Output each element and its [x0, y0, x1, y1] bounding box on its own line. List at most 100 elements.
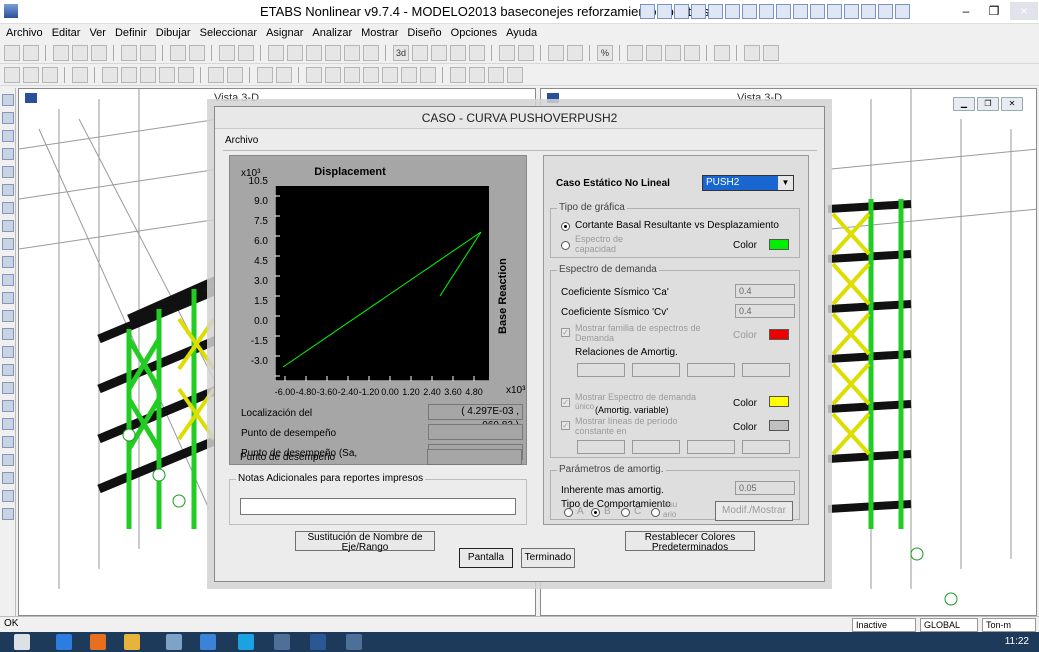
color-swatch-red[interactable]	[769, 329, 789, 340]
lightning-icon[interactable]	[714, 44, 730, 61]
undo-icon[interactable]	[121, 44, 137, 61]
case-select[interactable]: PUSH2 ▼	[702, 175, 794, 191]
snap-perp-icon[interactable]	[2, 472, 14, 484]
close-button[interactable]: ×	[1010, 2, 1038, 20]
file-explorer-icon[interactable]	[200, 634, 216, 650]
pier-icon[interactable]	[257, 66, 273, 83]
refresh-icon[interactable]	[363, 44, 379, 61]
plan-view-icon[interactable]	[412, 44, 428, 61]
radio-cortante-basal[interactable]	[561, 222, 570, 231]
zoom-restore-icon[interactable]	[306, 44, 322, 61]
load-icon[interactable]	[208, 66, 224, 83]
color-swatch-green[interactable]	[769, 239, 789, 250]
relacion-input-1[interactable]	[577, 363, 625, 377]
etabs-task-icon-2[interactable]	[346, 634, 362, 650]
menu-definir[interactable]: Definir	[115, 27, 147, 39]
design-icon[interactable]	[450, 66, 466, 83]
menu-opciones[interactable]: Opciones	[451, 27, 497, 39]
menu-ayuda[interactable]: Ayuda	[506, 27, 537, 39]
toolbar-icon[interactable]	[827, 4, 842, 19]
etabs-task-icon[interactable]	[274, 634, 290, 650]
snap-grid-icon[interactable]	[2, 508, 14, 520]
pointer-icon[interactable]	[2, 94, 14, 106]
inherente-input[interactable]: 0.05	[735, 481, 795, 495]
file-icon[interactable]	[166, 634, 182, 650]
plot-area[interactable]	[274, 186, 489, 382]
assign-shell-icon[interactable]	[140, 66, 156, 83]
restablecer-colores-button[interactable]: Restablecer Colores Predeterminados	[625, 531, 755, 553]
assign-frame-icon[interactable]	[121, 66, 137, 83]
firefox-icon[interactable]	[90, 634, 106, 650]
area-draw-icon[interactable]	[325, 66, 341, 83]
help-icon[interactable]	[276, 66, 292, 83]
wall-icon[interactable]	[684, 44, 700, 61]
toolbar-icon[interactable]	[691, 4, 706, 19]
menu-archivo[interactable]: Archivo	[6, 27, 43, 39]
3d-view-icon[interactable]: 3d	[393, 44, 409, 61]
brace-icon[interactable]	[665, 44, 681, 61]
snap-intersect-icon[interactable]	[2, 454, 14, 466]
zoom-in-icon[interactable]	[268, 44, 284, 61]
ca-input[interactable]: 0.4	[735, 284, 795, 298]
radio-tipo-b[interactable]	[591, 508, 600, 517]
dimension-icon[interactable]	[363, 66, 379, 83]
view-options-icon[interactable]	[507, 66, 523, 83]
section-icon[interactable]	[382, 66, 398, 83]
rotate-icon[interactable]	[450, 44, 466, 61]
relacion-input-4[interactable]	[742, 363, 790, 377]
toolbar-icon[interactable]	[657, 4, 672, 19]
zoom-previous-icon[interactable]	[325, 44, 341, 61]
grid-icon[interactable]	[4, 66, 20, 83]
draw-beam-icon[interactable]	[2, 184, 14, 196]
mostrar-familia-checkbox[interactable]: ✓	[561, 328, 570, 337]
color-swatch-gray[interactable]	[769, 420, 789, 431]
toolbar-icon[interactable]	[895, 4, 910, 19]
toolbar-icon[interactable]	[793, 4, 808, 19]
toolbar-icon[interactable]	[810, 4, 825, 19]
select-story-icon[interactable]	[2, 400, 14, 412]
select-intersect-icon[interactable]	[2, 382, 14, 394]
toolbar-icon[interactable]	[878, 4, 893, 19]
pencil-icon[interactable]	[170, 44, 186, 61]
redo-icon[interactable]	[140, 44, 156, 61]
sustitucion-button[interactable]: Sustitución de Nombre de Eje/Rango	[295, 531, 435, 553]
beam-icon[interactable]	[646, 44, 662, 61]
draw-wall-icon[interactable]	[2, 220, 14, 232]
run-icon[interactable]	[219, 44, 235, 61]
periodo-input-1[interactable]	[577, 440, 625, 454]
radio-espectro-capacidad[interactable]	[561, 241, 570, 250]
rubber-band-zoom-icon[interactable]	[238, 44, 254, 61]
percent-icon[interactable]: %	[597, 44, 613, 61]
pan-icon[interactable]	[344, 44, 360, 61]
perspective-icon[interactable]	[469, 44, 485, 61]
snap-icon[interactable]	[23, 66, 39, 83]
word-icon[interactable]	[310, 634, 326, 650]
concrete-icon[interactable]	[401, 66, 417, 83]
move-down-icon[interactable]	[518, 44, 534, 61]
new-file-icon[interactable]	[4, 44, 20, 61]
print-icon[interactable]	[72, 44, 88, 61]
open-file-icon[interactable]	[23, 44, 39, 61]
save-icon[interactable]	[53, 44, 69, 61]
skype-icon[interactable]	[238, 634, 254, 650]
menu-analizar[interactable]: Analizar	[312, 27, 352, 39]
menu-seleccionar[interactable]: Seleccionar	[200, 27, 257, 39]
object-shrink-icon[interactable]	[548, 44, 564, 61]
radio-tipo-c[interactable]	[621, 508, 630, 517]
steel-icon[interactable]	[420, 66, 436, 83]
clear-selection-icon[interactable]	[2, 364, 14, 376]
toolbar-icon[interactable]	[861, 4, 876, 19]
draw-link-icon[interactable]	[2, 310, 14, 322]
draw-area-icon[interactable]	[2, 238, 14, 250]
display-forces-icon[interactable]	[763, 44, 779, 61]
menu-dibujar[interactable]: Dibujar	[156, 27, 191, 39]
draw-floor-icon[interactable]	[2, 274, 14, 286]
mostrar-unico-checkbox[interactable]: ✓	[561, 398, 570, 407]
cv-input[interactable]: 0.4	[735, 304, 795, 318]
mostrar-lineas-checkbox[interactable]: ✓	[561, 421, 570, 430]
coord-system-select[interactable]: GLOBAL	[920, 618, 978, 632]
windows-start-icon[interactable]	[14, 634, 30, 650]
area-icon[interactable]	[42, 66, 58, 83]
reshape-icon[interactable]	[2, 112, 14, 124]
minimize-button[interactable]: –	[952, 2, 980, 20]
